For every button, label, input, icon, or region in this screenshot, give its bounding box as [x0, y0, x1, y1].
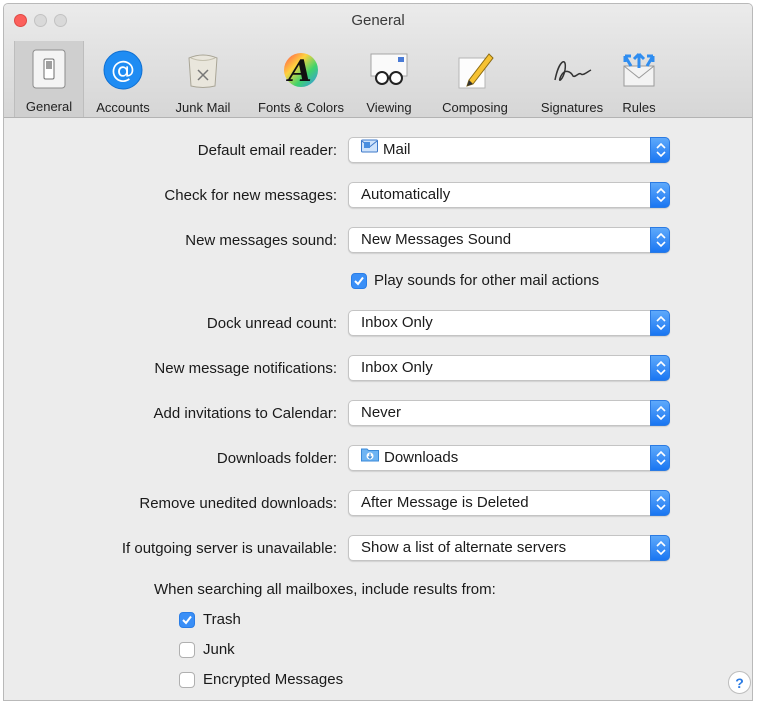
new-messages-sound-row: New messages sound: New Messages Sound	[4, 227, 752, 255]
fonts-colors-icon: A	[278, 48, 324, 92]
downloads-folder-popup[interactable]: Downloads	[348, 445, 670, 471]
tab-composing[interactable]: Composing	[422, 42, 528, 116]
tab-fonts-colors[interactable]: A Fonts & Colors	[246, 42, 356, 116]
downloads-folder-row: Downloads folder: Downloads	[4, 445, 752, 473]
remove-unedited-label: Remove unedited downloads:	[139, 495, 337, 512]
glasses-icon	[366, 48, 412, 92]
play-sounds-checkbox[interactable]	[351, 273, 367, 289]
downloads-folder-value: Downloads	[384, 449, 459, 466]
dock-unread-count-popup[interactable]: Inbox Only	[348, 310, 670, 336]
search-encrypted-checkbox[interactable]	[179, 672, 195, 688]
outgoing-unavailable-value: Show a list of alternate servers	[361, 539, 567, 556]
remove-unedited-value: After Message is Deleted	[361, 494, 529, 511]
tab-signatures[interactable]: Signatures	[530, 42, 614, 116]
pencil-icon	[452, 48, 498, 92]
default-email-reader-value: Mail	[383, 141, 411, 158]
new-messages-sound-popup[interactable]: New Messages Sound	[348, 227, 670, 253]
svg-text:@: @	[111, 56, 135, 84]
remove-unedited-row: Remove unedited downloads: After Message…	[4, 490, 752, 518]
search-junk-checkbox[interactable]	[179, 642, 195, 658]
search-junk-label: Junk	[203, 641, 235, 658]
tab-junk-mail[interactable]: Junk Mail	[162, 42, 244, 116]
titlebar: General General @ Accounts Junk Mail A F…	[4, 4, 752, 118]
chevron-updown-icon	[650, 535, 670, 561]
new-message-notifications-row: New message notifications: Inbox Only	[4, 355, 752, 383]
signature-icon	[549, 48, 595, 92]
default-email-reader-row: Default email reader: Mail	[4, 137, 752, 165]
tab-signatures-label: Signatures	[540, 100, 604, 115]
tab-accounts-label: Accounts	[96, 100, 150, 115]
add-invitations-label: Add invitations to Calendar:	[153, 405, 337, 422]
search-include-label: When searching all mailboxes, include re…	[154, 581, 496, 598]
tab-fonts-colors-label: Fonts & Colors	[258, 100, 344, 115]
default-email-reader-label: Default email reader:	[197, 142, 337, 159]
check-new-messages-row: Check for new messages: Automatically	[4, 182, 752, 210]
tab-general-label: General	[25, 99, 73, 114]
chevron-updown-icon	[650, 310, 670, 336]
outgoing-unavailable-row: If outgoing server is unavailable: Show …	[4, 535, 752, 563]
new-messages-sound-value: New Messages Sound	[361, 231, 512, 248]
dock-unread-count-label: Dock unread count:	[206, 315, 337, 332]
default-email-reader-popup[interactable]: Mail	[348, 137, 670, 163]
general-switch-icon	[26, 47, 72, 91]
tab-general[interactable]: General	[14, 41, 84, 117]
outgoing-unavailable-label: If outgoing server is unavailable:	[121, 540, 337, 557]
remove-unedited-popup[interactable]: After Message is Deleted	[348, 490, 670, 516]
help-button[interactable]: ?	[728, 671, 751, 694]
add-invitations-row: Add invitations to Calendar: Never	[4, 400, 752, 428]
tab-viewing[interactable]: Viewing	[358, 42, 420, 116]
chevron-updown-icon	[650, 400, 670, 426]
search-trash-checkbox[interactable]	[179, 612, 195, 628]
check-new-messages-value: Automatically	[361, 186, 451, 203]
chevron-updown-icon	[650, 137, 670, 163]
tab-rules-label: Rules	[622, 100, 656, 115]
check-new-messages-label: Check for new messages:	[164, 187, 337, 204]
add-invitations-popup[interactable]: Never	[348, 400, 670, 426]
svg-text:A: A	[285, 54, 311, 89]
downloads-folder-label: Downloads folder:	[216, 450, 337, 467]
chevron-updown-icon	[650, 490, 670, 516]
play-sounds-label: Play sounds for other mail actions	[374, 272, 600, 289]
dock-unread-count-value: Inbox Only	[361, 314, 433, 331]
tab-viewing-label: Viewing	[366, 100, 412, 115]
preferences-window: General General @ Accounts Junk Mail A F…	[3, 3, 753, 701]
new-messages-sound-label: New messages sound:	[185, 232, 337, 249]
downloads-folder-icon	[361, 446, 379, 470]
new-message-notifications-value: Inbox Only	[361, 359, 433, 376]
chevron-updown-icon	[650, 227, 670, 253]
tab-composing-label: Composing	[442, 100, 508, 115]
junk-bin-icon	[180, 48, 226, 92]
tab-accounts[interactable]: @ Accounts	[86, 42, 160, 116]
check-new-messages-popup[interactable]: Automatically	[348, 182, 670, 208]
tab-rules[interactable]: Rules	[614, 42, 664, 116]
window-title: General	[351, 12, 405, 29]
chevron-updown-icon	[650, 445, 670, 471]
checkmark-icon	[354, 276, 364, 286]
tab-junk-mail-label: Junk Mail	[175, 100, 231, 115]
search-encrypted-label: Encrypted Messages	[203, 671, 344, 688]
mail-app-icon	[361, 138, 378, 162]
search-trash-label: Trash	[203, 611, 241, 628]
new-message-notifications-label: New message notifications:	[154, 360, 337, 377]
outgoing-unavailable-popup[interactable]: Show a list of alternate servers	[348, 535, 670, 561]
dock-unread-count-row: Dock unread count: Inbox Only	[4, 310, 752, 338]
new-message-notifications-popup[interactable]: Inbox Only	[348, 355, 670, 381]
checkmark-icon	[182, 615, 192, 625]
add-invitations-value: Never	[361, 404, 402, 421]
chevron-updown-icon	[650, 182, 670, 208]
at-sign-icon: @	[100, 48, 146, 92]
chevron-updown-icon	[650, 355, 670, 381]
rules-envelope-icon	[616, 48, 662, 92]
